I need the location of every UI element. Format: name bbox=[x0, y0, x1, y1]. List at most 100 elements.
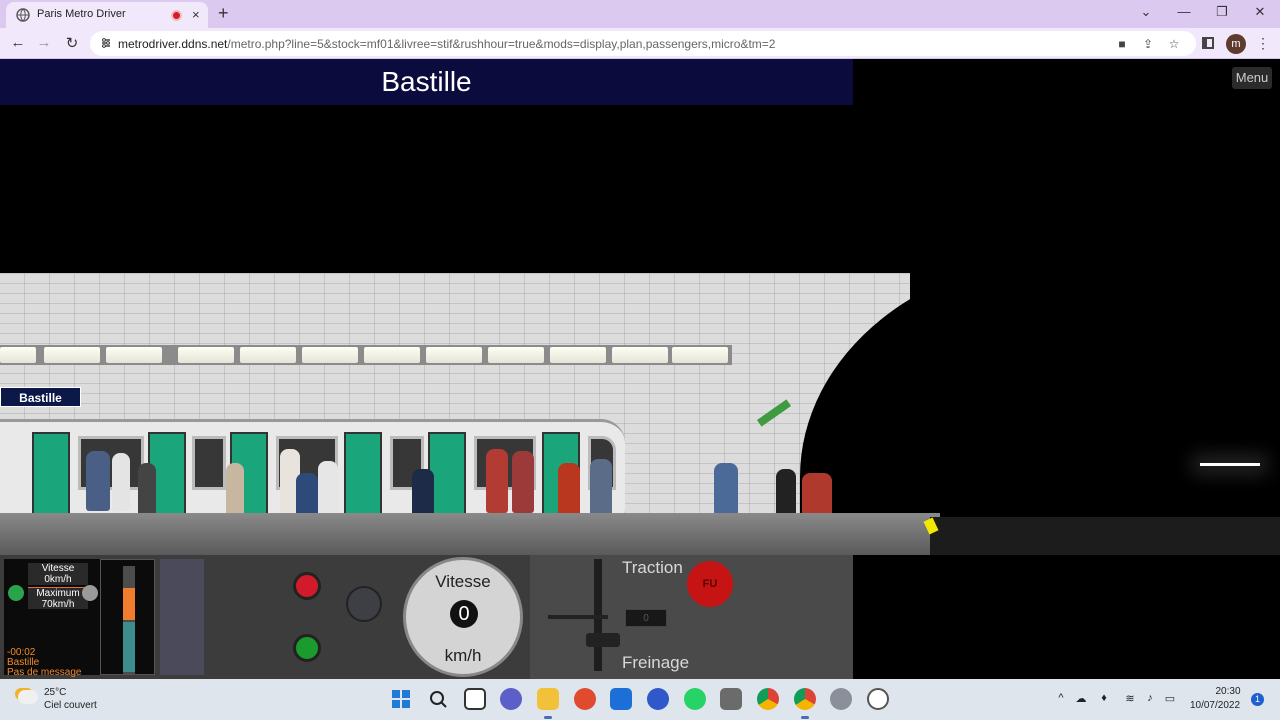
max-speed-value: 70km/h bbox=[41, 599, 75, 610]
lamp bbox=[426, 347, 482, 363]
show-hidden-icons[interactable]: ^ bbox=[1054, 692, 1068, 704]
emergency-brake-button[interactable]: FU bbox=[687, 561, 733, 607]
passenger bbox=[512, 451, 534, 513]
tab-search-icon[interactable]: ⌄ bbox=[1134, 4, 1158, 20]
traction-brake-panel: Traction 0 FU Freinage bbox=[530, 555, 853, 679]
game-viewport: Bastille Menu Bastille Vitesse 0km/h Max… bbox=[0, 59, 1280, 699]
cab-controls: Vitesse 0km/h Maximum 70km/h -00:02 Bast… bbox=[0, 555, 853, 699]
weather-desc[interactable]: Ciel couvert bbox=[44, 700, 97, 711]
onedrive-icon[interactable]: ☁ bbox=[1074, 692, 1088, 705]
menu-button[interactable]: Menu bbox=[1232, 67, 1272, 89]
m-app-icon[interactable] bbox=[647, 688, 669, 710]
active-indicator bbox=[801, 716, 809, 719]
speedometer: Vitesse 0 km/h bbox=[403, 557, 523, 677]
driver-info-panel: Vitesse 0km/h Maximum 70km/h -00:02 Bast… bbox=[4, 559, 100, 678]
doors-close-button[interactable] bbox=[293, 572, 321, 600]
chrome-icon[interactable] bbox=[757, 688, 779, 710]
passenger bbox=[112, 453, 130, 511]
lamp bbox=[0, 347, 36, 363]
lamp bbox=[178, 347, 234, 363]
speed-gauge-panel bbox=[100, 559, 155, 675]
new-tab-button[interactable]: + bbox=[218, 3, 229, 24]
url-text: metrodriver.ddns.net/metro.php?line=5&st… bbox=[118, 37, 775, 51]
clock-time[interactable]: 20:30 bbox=[1208, 686, 1248, 697]
max-speed-label: Maximum bbox=[36, 588, 80, 599]
tunnel-light bbox=[1200, 463, 1260, 466]
camera-icon[interactable]: ■ bbox=[1114, 37, 1130, 51]
close-window-button[interactable]: ✕ bbox=[1248, 4, 1272, 20]
back-button[interactable]: ← bbox=[8, 34, 28, 54]
minimize-button[interactable]: — bbox=[1172, 4, 1196, 19]
side-panel bbox=[160, 559, 204, 675]
traction-label: Traction bbox=[622, 558, 683, 577]
tab-title: Paris Metro Driver bbox=[37, 8, 126, 20]
station-name-sign: Bastille bbox=[0, 387, 81, 407]
search-icon[interactable] bbox=[427, 688, 449, 710]
lamp bbox=[364, 347, 420, 363]
speed-value: 0km/h bbox=[44, 574, 72, 585]
url-field[interactable]: metrodriver.ddns.net/metro.php?line=5&st… bbox=[90, 31, 1196, 56]
train-door bbox=[344, 432, 382, 516]
passenger bbox=[86, 451, 110, 511]
chrome-profile-icon[interactable] bbox=[794, 688, 816, 710]
auto-mode-indicator[interactable] bbox=[8, 585, 24, 601]
message-text: Pas de message bbox=[7, 667, 82, 678]
notch-display: 0 bbox=[625, 609, 667, 627]
lamp bbox=[612, 347, 668, 363]
microphone-icon[interactable]: ♦ bbox=[1097, 692, 1111, 704]
task-view-icon[interactable] bbox=[464, 688, 486, 710]
recording-icon bbox=[171, 10, 182, 21]
side-panel-icon[interactable] bbox=[1202, 37, 1214, 49]
speedometer-value: 0 bbox=[450, 600, 478, 628]
horn-button[interactable] bbox=[346, 586, 382, 622]
ceiling-lights bbox=[0, 345, 732, 365]
file-explorer-icon[interactable] bbox=[537, 688, 559, 710]
address-bar: ← → ↻ metrodriver.ddns.net/metro.php?lin… bbox=[0, 28, 1280, 59]
speed-label: Vitesse bbox=[41, 563, 75, 574]
weather-cloud-icon[interactable] bbox=[18, 690, 38, 704]
lamp bbox=[672, 347, 728, 363]
max-speed-box: Maximum 70km/h bbox=[28, 587, 88, 610]
teams-icon[interactable] bbox=[500, 688, 522, 710]
maximize-button[interactable]: ❐ bbox=[1210, 4, 1234, 20]
start-icon[interactable] bbox=[390, 688, 412, 710]
weather-temp[interactable]: 25°C bbox=[44, 687, 66, 698]
notification-badge[interactable]: 1 bbox=[1251, 693, 1264, 706]
site-info-icon[interactable] bbox=[100, 37, 112, 49]
forward-button[interactable]: → bbox=[34, 34, 54, 54]
reload-button[interactable]: ↻ bbox=[62, 34, 82, 54]
app-red-icon[interactable] bbox=[574, 688, 596, 710]
speedometer-label: Vitesse bbox=[435, 572, 491, 591]
browser-tab[interactable]: Paris Metro Driver × bbox=[6, 2, 208, 28]
train-door bbox=[32, 432, 70, 516]
share-icon[interactable]: ⇪ bbox=[1140, 37, 1156, 51]
windows-taskbar: 25°C Ciel couvert ^ ☁ ♦ ≋ ♪ ▭ 20:30 10/0… bbox=[0, 679, 1280, 720]
bookmark-star-icon[interactable]: ☆ bbox=[1166, 37, 1182, 51]
mail-icon[interactable] bbox=[610, 688, 632, 710]
active-indicator bbox=[544, 716, 552, 719]
gauge-fill-orange bbox=[123, 588, 135, 620]
apps-icon[interactable] bbox=[720, 688, 742, 710]
station-scene: Bastille bbox=[0, 273, 1280, 555]
settings-icon[interactable] bbox=[830, 688, 852, 710]
doors-open-button[interactable] bbox=[293, 634, 321, 662]
whatsapp-icon[interactable] bbox=[684, 688, 706, 710]
sound-toggle-icon[interactable] bbox=[82, 585, 98, 601]
speed-gauge-bar bbox=[123, 566, 135, 674]
profile-avatar[interactable]: m bbox=[1226, 34, 1246, 54]
lamp bbox=[550, 347, 606, 363]
wifi-icon[interactable]: ≋ bbox=[1123, 692, 1137, 705]
gauge-fill-teal bbox=[123, 622, 135, 672]
battery-icon[interactable]: ▭ bbox=[1163, 692, 1177, 705]
browser-menu-icon[interactable]: ⋮ bbox=[1256, 35, 1270, 52]
lamp bbox=[302, 347, 358, 363]
close-tab-icon[interactable]: × bbox=[192, 7, 200, 22]
traction-brake-lever[interactable] bbox=[586, 633, 620, 647]
app-clock-icon[interactable] bbox=[867, 688, 889, 710]
speedometer-unit: km/h bbox=[444, 646, 482, 665]
clock-date[interactable]: 10/07/2022 bbox=[1188, 700, 1242, 711]
volume-icon[interactable]: ♪ bbox=[1143, 692, 1157, 704]
platform bbox=[0, 513, 940, 555]
url-host: metrodriver.ddns.net bbox=[118, 37, 228, 51]
current-speed-box: Vitesse 0km/h bbox=[28, 563, 88, 585]
